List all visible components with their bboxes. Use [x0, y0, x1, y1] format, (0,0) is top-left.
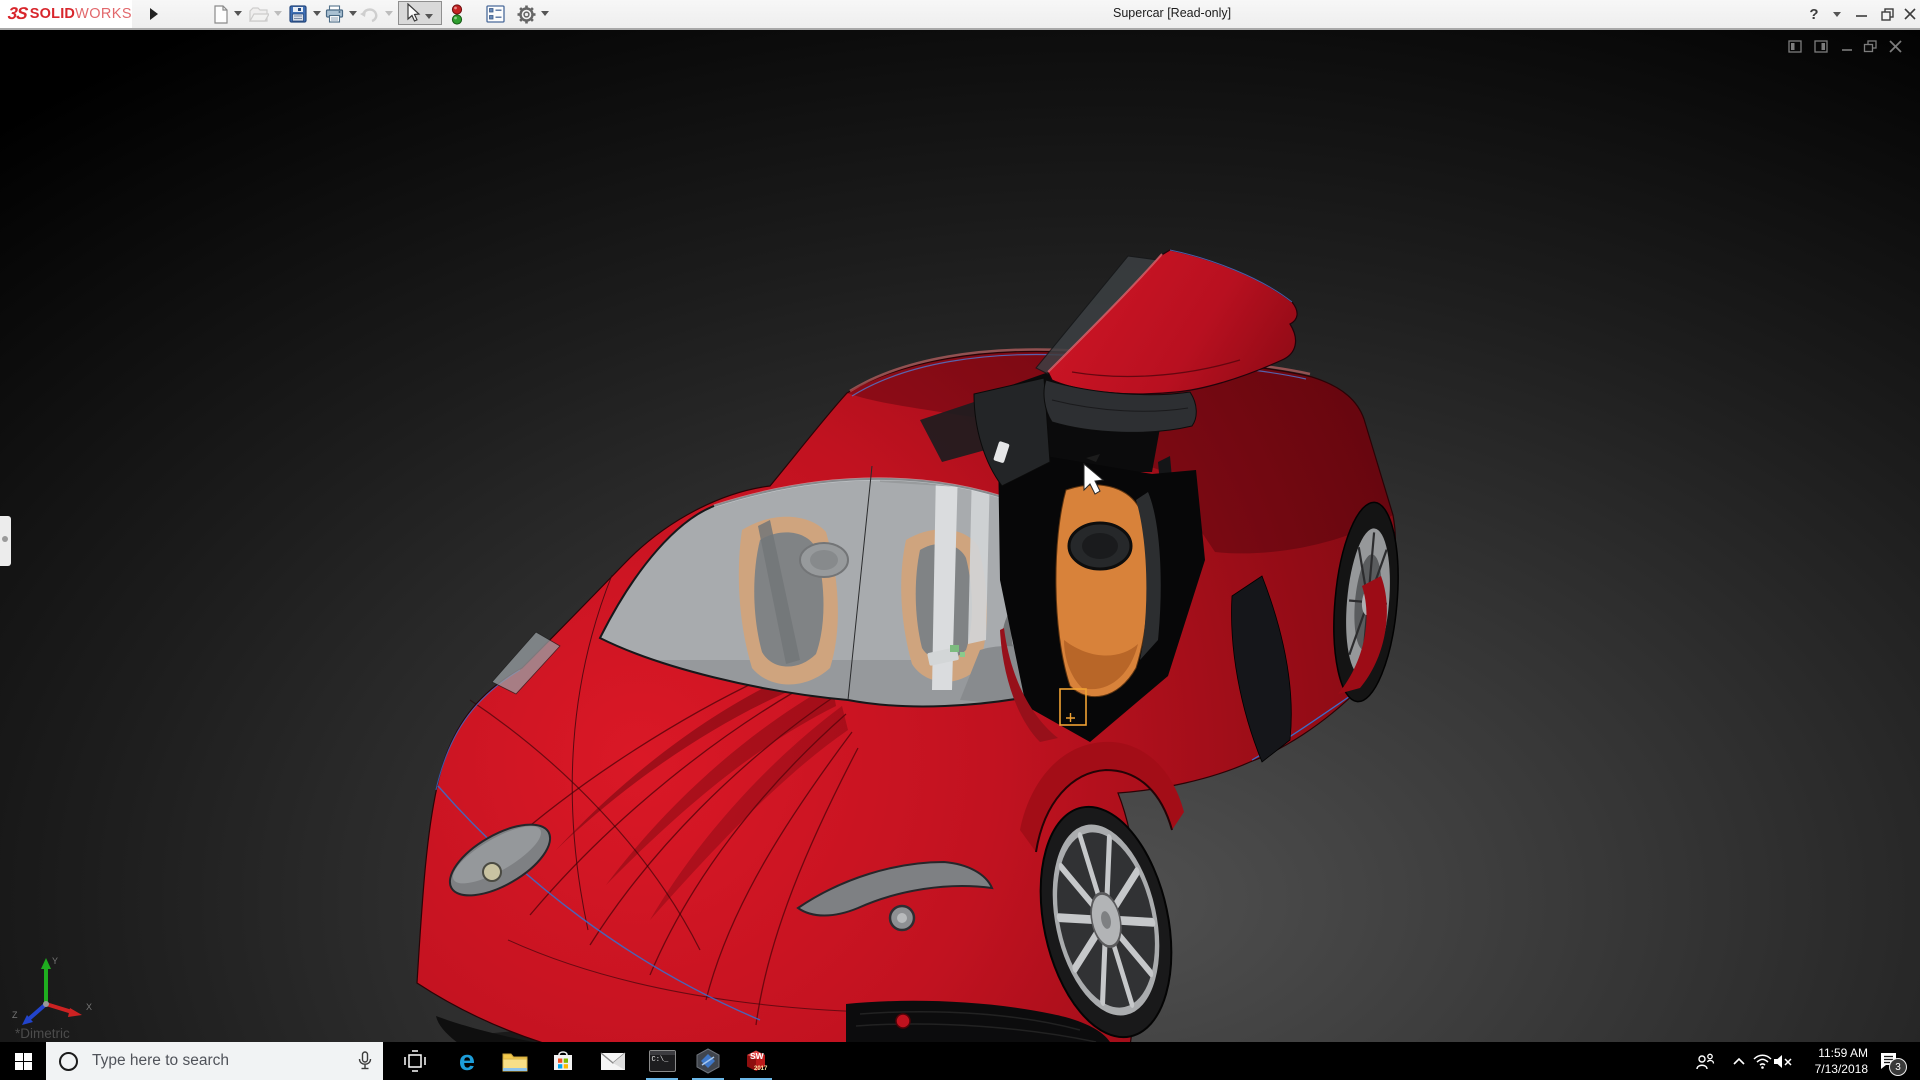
ds-logo-mark: 3S	[7, 4, 29, 24]
composer-hexagon-icon	[695, 1048, 721, 1074]
close-button[interactable]	[1900, 0, 1920, 28]
taskbar-command-prompt[interactable]: C:\_	[640, 1042, 684, 1080]
chevron-up-icon	[1732, 1056, 1746, 1066]
select-dropdown[interactable]	[425, 14, 433, 19]
taskbar-store[interactable]	[541, 1042, 585, 1080]
save-floppy-icon	[289, 5, 307, 23]
solidworks-logo: 3S SOLIDWORKS	[0, 0, 132, 28]
file-properties-button[interactable]	[484, 3, 506, 25]
clock-date: 7/13/2018	[1788, 1061, 1868, 1077]
command-prompt-icon: C:\_	[649, 1050, 676, 1072]
start-button[interactable]	[0, 1042, 46, 1080]
undo-arrow-icon	[359, 6, 379, 23]
close-icon	[1904, 8, 1916, 20]
people-icon	[1695, 1053, 1715, 1070]
taskbar-mail[interactable]	[591, 1042, 635, 1080]
3d-viewport[interactable]: Y X Z *Dimetric	[0, 28, 1920, 1042]
windows-taskbar: Type here to search e	[0, 1042, 1920, 1080]
open-folder-icon	[249, 5, 269, 23]
select-tool-button[interactable]	[398, 1, 442, 25]
solidworks-app-window: 3S SOLIDWORKS	[0, 0, 1920, 1080]
taskbar-composer[interactable]	[686, 1042, 730, 1080]
minimize-icon	[1856, 8, 1868, 20]
options-gear-icon	[517, 5, 536, 24]
restore-icon	[1881, 8, 1895, 21]
wifi-icon	[1753, 1054, 1772, 1069]
orientation-triad[interactable]: Y X Z	[8, 938, 118, 1028]
open-dropdown[interactable]	[274, 11, 282, 16]
open-button[interactable]	[248, 3, 270, 25]
restore-button[interactable]	[1876, 0, 1900, 28]
notification-badge: 3	[1889, 1058, 1907, 1076]
new-document-button[interactable]	[210, 3, 232, 25]
print-icon	[325, 5, 344, 23]
search-input[interactable]: Type here to search	[46, 1042, 383, 1080]
clock-time: 11:59 AM	[1788, 1045, 1868, 1061]
brand-solid: SOLID	[30, 6, 75, 22]
people-button[interactable]	[1690, 1042, 1720, 1080]
save-button[interactable]	[287, 3, 309, 25]
taskbar-edge[interactable]: e	[445, 1042, 489, 1080]
file-explorer-icon	[502, 1050, 528, 1072]
store-icon	[551, 1049, 575, 1073]
brand-works: WORKS	[75, 6, 132, 22]
new-document-icon	[212, 5, 230, 24]
triad-y-label: Y	[52, 956, 58, 966]
help-button[interactable]: ?	[1802, 0, 1826, 28]
print-dropdown[interactable]	[349, 11, 357, 16]
sw-year: 2017	[754, 1066, 768, 1072]
cortana-icon	[59, 1052, 78, 1071]
command-prompt-glyph: C:\_	[652, 1056, 669, 1064]
help-dropdown[interactable]	[1830, 0, 1844, 28]
save-dropdown[interactable]	[313, 11, 321, 16]
taskbar-clock[interactable]: 11:59 AM 7/13/2018	[1788, 1045, 1868, 1077]
mail-icon	[600, 1052, 626, 1071]
taskbar-file-explorer[interactable]	[493, 1042, 537, 1080]
edge-icon: e	[459, 1047, 475, 1075]
toolbar-expand-arrow[interactable]	[140, 0, 170, 28]
taskbar-solidworks-2017[interactable]: SW 2017	[734, 1042, 778, 1080]
print-button[interactable]	[323, 3, 345, 25]
document-title: Supercar [Read-only]	[1113, 6, 1231, 20]
options-button[interactable]	[515, 3, 537, 25]
new-dropdown[interactable]	[234, 11, 242, 16]
view-orientation-label: *Dimetric	[15, 1026, 70, 1041]
rebuild-traffic-light-icon	[450, 4, 464, 25]
select-cursor-icon	[403, 3, 421, 23]
file-properties-icon	[486, 5, 505, 23]
supercar-model[interactable]	[0, 28, 1920, 1042]
sw-letters: SW	[750, 1051, 765, 1061]
solidworks-2017-icon: SW 2017	[743, 1048, 769, 1074]
undo-dropdown[interactable]	[385, 11, 393, 16]
options-dropdown[interactable]	[541, 11, 549, 16]
task-view-icon	[404, 1050, 426, 1072]
undo-button[interactable]	[358, 3, 380, 25]
triad-x-label: X	[86, 1002, 92, 1012]
task-view-button[interactable]	[393, 1042, 437, 1080]
tray-overflow-button[interactable]	[1728, 1042, 1750, 1080]
windows-logo-icon	[15, 1053, 32, 1070]
title-bar: 3S SOLIDWORKS	[0, 0, 1920, 29]
triad-z-label: Z	[12, 1010, 18, 1020]
search-placeholder: Type here to search	[92, 1052, 229, 1070]
rebuild-button[interactable]	[446, 3, 468, 25]
minimize-button[interactable]	[1850, 0, 1874, 28]
microphone-icon[interactable]	[357, 1051, 373, 1071]
